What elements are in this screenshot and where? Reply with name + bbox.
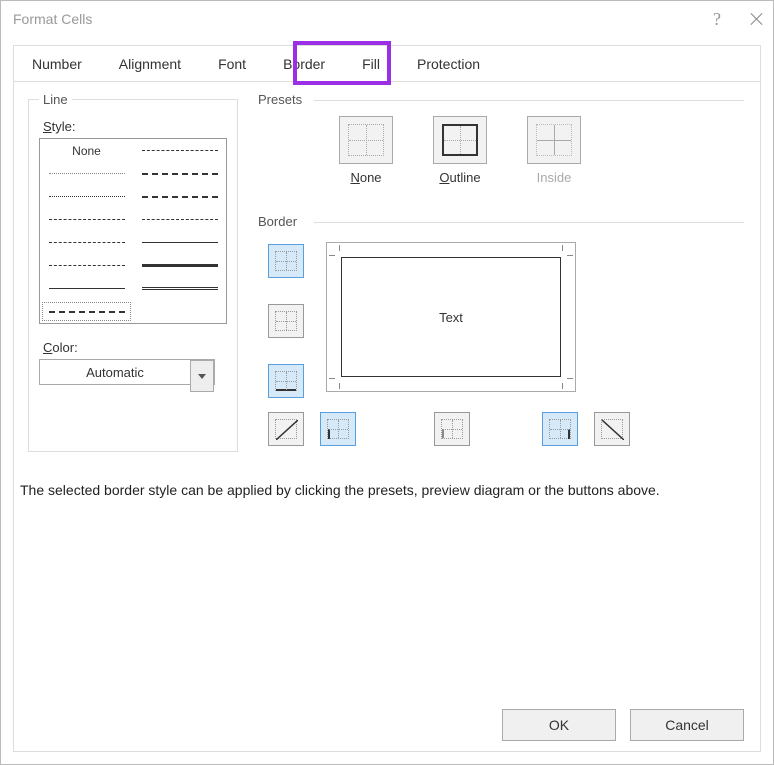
help-icon[interactable]: ? bbox=[713, 12, 721, 26]
preset-inside-icon bbox=[527, 116, 581, 164]
dialog-body: Number Alignment Font Border Fill Protec… bbox=[13, 45, 761, 752]
titlebar-controls: ? bbox=[713, 12, 763, 26]
line-style-double[interactable] bbox=[133, 277, 226, 300]
preset-outline[interactable]: Outline bbox=[428, 116, 492, 185]
border-right-button[interactable] bbox=[542, 412, 578, 446]
line-style-r4[interactable] bbox=[133, 208, 226, 231]
line-style-dashdot[interactable] bbox=[40, 231, 133, 254]
style-label: Style: bbox=[43, 119, 227, 134]
color-row: Color: Automatic bbox=[39, 340, 227, 385]
line-style-list[interactable]: None bbox=[39, 138, 227, 324]
color-dropdown[interactable]: Automatic bbox=[39, 359, 215, 385]
border-bottom-button[interactable] bbox=[268, 364, 304, 398]
chevron-down-icon bbox=[198, 374, 206, 379]
line-style-dashed[interactable] bbox=[40, 254, 133, 277]
tab-font[interactable]: Font bbox=[200, 46, 265, 81]
border-rule bbox=[314, 222, 744, 223]
tick bbox=[567, 255, 573, 256]
tick bbox=[562, 245, 563, 251]
line-style-none[interactable]: None bbox=[40, 139, 133, 162]
tick bbox=[329, 255, 335, 256]
presets-row: None Outline Inside bbox=[334, 116, 586, 185]
border-diagonal-up-button[interactable] bbox=[268, 412, 304, 446]
preset-inside-label: Inside bbox=[537, 170, 572, 185]
border-vertical-button[interactable] bbox=[434, 412, 470, 446]
ok-button[interactable]: OK bbox=[502, 709, 616, 741]
line-style-mediumdashed[interactable] bbox=[133, 185, 226, 208]
tick bbox=[562, 383, 563, 389]
line-style-dotted[interactable] bbox=[40, 185, 133, 208]
line-style-medium[interactable] bbox=[133, 231, 226, 254]
cancel-button[interactable]: Cancel bbox=[630, 709, 744, 741]
preset-inside[interactable]: Inside bbox=[522, 116, 586, 185]
hint-text: The selected border style can be applied… bbox=[20, 482, 750, 498]
presets-rule bbox=[314, 100, 744, 101]
color-label: Color: bbox=[43, 340, 227, 355]
border-preview[interactable]: Text bbox=[326, 242, 576, 392]
tick bbox=[567, 378, 573, 379]
line-style-col-left: None bbox=[40, 139, 133, 323]
color-dropdown-button[interactable] bbox=[190, 360, 214, 392]
line-group-label: Line bbox=[39, 92, 72, 107]
tab-strip: Number Alignment Font Border Fill Protec… bbox=[14, 46, 760, 82]
line-style-mediumdashdotdot[interactable] bbox=[40, 300, 133, 323]
tab-number[interactable]: Number bbox=[14, 46, 101, 81]
line-group: Line Style: None bbox=[28, 92, 238, 452]
line-style-empty[interactable] bbox=[133, 300, 226, 323]
line-style-dashdotdot[interactable] bbox=[40, 208, 133, 231]
border-left-button[interactable] bbox=[320, 412, 356, 446]
color-value: Automatic bbox=[40, 360, 190, 384]
tab-fill[interactable]: Fill bbox=[344, 46, 399, 81]
line-style-slantdashdot[interactable] bbox=[133, 139, 226, 162]
preview-cell: Text bbox=[341, 257, 561, 377]
tick bbox=[339, 383, 340, 389]
border-label: Border bbox=[258, 214, 297, 229]
presets-label: Presets bbox=[258, 92, 302, 107]
window-title: Format Cells bbox=[13, 11, 92, 27]
diagonal-down-icon bbox=[601, 419, 623, 439]
preview-text: Text bbox=[439, 310, 463, 325]
preset-none-label: None bbox=[350, 170, 381, 185]
close-icon[interactable] bbox=[749, 12, 763, 26]
tab-content-border: Line Style: None bbox=[14, 82, 760, 751]
diagonal-up-icon bbox=[275, 419, 297, 439]
line-style-thin[interactable] bbox=[40, 277, 133, 300]
preset-none-icon bbox=[339, 116, 393, 164]
border-top-button[interactable] bbox=[268, 244, 304, 278]
dialog-footer: OK Cancel bbox=[502, 709, 744, 741]
format-cells-dialog: Format Cells ? Number Alignment Font Bor… bbox=[0, 0, 774, 765]
border-horizontal-button[interactable] bbox=[268, 304, 304, 338]
tab-border[interactable]: Border bbox=[265, 46, 344, 81]
line-style-thick[interactable] bbox=[133, 254, 226, 277]
preset-outline-icon bbox=[433, 116, 487, 164]
tab-alignment[interactable]: Alignment bbox=[101, 46, 200, 81]
preset-none[interactable]: None bbox=[334, 116, 398, 185]
tab-protection[interactable]: Protection bbox=[399, 46, 499, 81]
line-style-hair[interactable] bbox=[40, 162, 133, 185]
titlebar: Format Cells ? bbox=[1, 1, 773, 37]
border-diagonal-down-button[interactable] bbox=[594, 412, 630, 446]
line-style-col-right bbox=[133, 139, 226, 323]
line-style-mediumdashdot[interactable] bbox=[133, 162, 226, 185]
preset-outline-label: Outline bbox=[439, 170, 480, 185]
tick bbox=[339, 245, 340, 251]
tick bbox=[329, 378, 335, 379]
